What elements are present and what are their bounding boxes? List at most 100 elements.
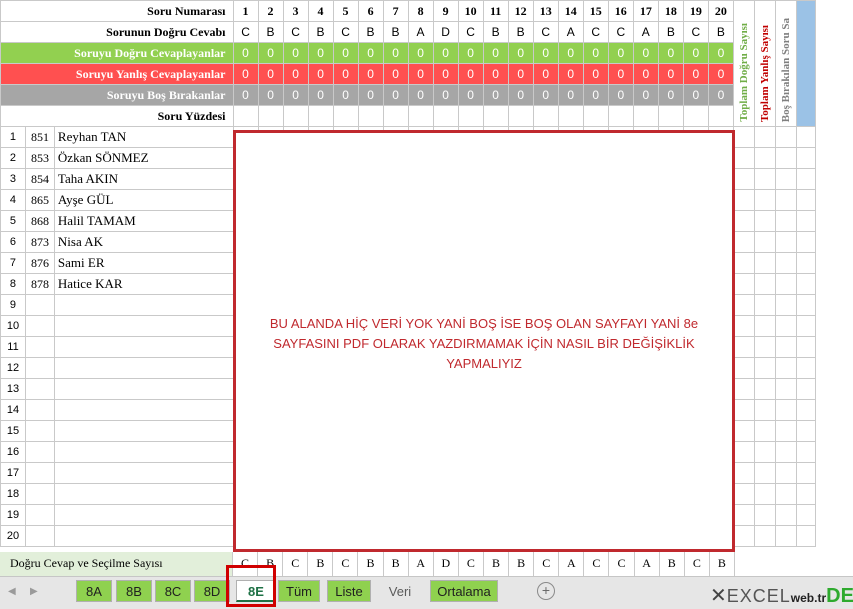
count-cell[interactable]: 0 bbox=[557, 84, 584, 106]
question-number-cell[interactable]: 8 bbox=[407, 0, 434, 22]
side-extra-cell[interactable] bbox=[795, 315, 817, 337]
total-wrong-cell[interactable] bbox=[753, 399, 776, 421]
question-number-cell[interactable]: 9 bbox=[432, 0, 459, 22]
count-cell[interactable]: 0 bbox=[332, 42, 359, 64]
student-number-cell[interactable] bbox=[24, 420, 55, 442]
side-empty-cell[interactable] bbox=[816, 505, 853, 526]
count-cell[interactable]: 0 bbox=[657, 84, 684, 106]
student-index-cell[interactable]: 3 bbox=[0, 168, 26, 190]
side-empty-cell[interactable] bbox=[816, 148, 853, 169]
student-index-cell[interactable]: 16 bbox=[0, 441, 26, 463]
student-index-cell[interactable]: 18 bbox=[0, 483, 26, 505]
question-percentage-label[interactable]: Soru Yüzdesi bbox=[0, 105, 234, 127]
student-index-cell[interactable]: 12 bbox=[0, 357, 26, 379]
count-cell[interactable]: 0 bbox=[457, 84, 484, 106]
question-number-cell[interactable]: 6 bbox=[357, 0, 384, 22]
correct-answers-label[interactable]: Sorunun Doğru Cevabı bbox=[0, 21, 234, 43]
student-number-cell[interactable] bbox=[24, 504, 55, 526]
side-empty-cell[interactable] bbox=[816, 274, 853, 295]
question-number-cell[interactable]: 1 bbox=[232, 0, 259, 22]
blank-count-cell[interactable] bbox=[774, 357, 797, 379]
count-cell[interactable]: 0 bbox=[632, 42, 659, 64]
count-cell[interactable]: 0 bbox=[557, 42, 584, 64]
total-correct-cell[interactable] bbox=[732, 525, 755, 547]
count-cell[interactable]: 0 bbox=[232, 84, 259, 106]
count-cell[interactable]: 0 bbox=[682, 63, 709, 85]
count-cell[interactable]: 0 bbox=[257, 63, 284, 85]
side-extra-cell[interactable] bbox=[795, 483, 817, 505]
count-cell[interactable]: 0 bbox=[382, 84, 409, 106]
percentage-cell[interactable] bbox=[707, 105, 734, 127]
percentage-cell[interactable] bbox=[457, 105, 484, 127]
student-name-cell[interactable] bbox=[53, 357, 234, 379]
student-name-cell[interactable] bbox=[53, 336, 234, 358]
blank-count-cell[interactable] bbox=[774, 420, 797, 442]
student-index-cell[interactable]: 10 bbox=[0, 315, 26, 337]
question-number-cell[interactable]: 19 bbox=[682, 0, 709, 22]
sheet-tab-8a[interactable]: 8A bbox=[76, 580, 112, 602]
total-wrong-cell[interactable] bbox=[753, 294, 776, 316]
count-cell[interactable]: 0 bbox=[607, 42, 634, 64]
total-correct-cell[interactable] bbox=[732, 420, 755, 442]
total-wrong-cell[interactable] bbox=[753, 147, 776, 169]
count-cell[interactable]: 0 bbox=[432, 42, 459, 64]
question-number-cell[interactable]: 17 bbox=[632, 0, 659, 22]
total-correct-cell[interactable] bbox=[732, 294, 755, 316]
count-cell[interactable]: 0 bbox=[582, 84, 609, 106]
student-number-cell[interactable]: 853 bbox=[24, 147, 55, 169]
question-numbers-label[interactable]: Soru Numarası bbox=[0, 0, 234, 22]
student-index-cell[interactable]: 2 bbox=[0, 147, 26, 169]
question-number-cell[interactable]: 10 bbox=[457, 0, 484, 22]
percentage-cell[interactable] bbox=[282, 105, 309, 127]
total-correct-cell[interactable] bbox=[732, 378, 755, 400]
count-cell[interactable]: 0 bbox=[332, 84, 359, 106]
correct-answer-cell[interactable]: B bbox=[307, 21, 334, 43]
count-cell[interactable]: 0 bbox=[382, 42, 409, 64]
sheet-tab-8c[interactable]: 8C bbox=[155, 580, 191, 602]
total-correct-cell[interactable] bbox=[732, 168, 755, 190]
percentage-cell[interactable] bbox=[682, 105, 709, 127]
correct-answer-cell[interactable]: A bbox=[407, 21, 434, 43]
student-name-cell[interactable]: Özkan SÖNMEZ bbox=[53, 147, 234, 169]
side-extra-cell[interactable] bbox=[795, 336, 817, 358]
side-empty-cell[interactable] bbox=[816, 190, 853, 211]
side-extra-cell[interactable] bbox=[795, 231, 817, 253]
student-number-cell[interactable]: 876 bbox=[24, 252, 55, 274]
count-cell[interactable]: 0 bbox=[332, 63, 359, 85]
total-wrong-cell[interactable] bbox=[753, 189, 776, 211]
correct-answer-cell[interactable]: B bbox=[707, 21, 734, 43]
blank-count-cell[interactable] bbox=[774, 210, 797, 232]
student-number-cell[interactable] bbox=[24, 525, 55, 547]
blank-count-header[interactable]: Boş Bırakılan Soru Sa bbox=[774, 0, 797, 127]
count-cell[interactable]: 0 bbox=[557, 63, 584, 85]
count-cell[interactable]: 0 bbox=[707, 63, 734, 85]
blank-count-cell[interactable] bbox=[774, 252, 797, 274]
sheet-tab-8b[interactable]: 8B bbox=[116, 580, 152, 602]
count-cell[interactable]: 0 bbox=[232, 63, 259, 85]
add-sheet-icon[interactable]: + bbox=[537, 582, 555, 600]
correct-answer-cell[interactable]: B bbox=[257, 21, 284, 43]
total-wrong-cell[interactable] bbox=[753, 210, 776, 232]
count-cell[interactable]: 0 bbox=[507, 63, 534, 85]
total-correct-cell[interactable] bbox=[732, 252, 755, 274]
student-number-cell[interactable]: 873 bbox=[24, 231, 55, 253]
total-correct-cell[interactable] bbox=[732, 189, 755, 211]
student-name-cell[interactable]: Nisa AK bbox=[53, 231, 234, 253]
total-wrong-cell[interactable] bbox=[753, 462, 776, 484]
student-index-cell[interactable]: 8 bbox=[0, 273, 26, 295]
total-wrong-cell[interactable] bbox=[753, 525, 776, 547]
side-empty-cell[interactable] bbox=[816, 232, 853, 253]
count-cell[interactable]: 0 bbox=[307, 42, 334, 64]
side-empty-cell[interactable] bbox=[816, 169, 853, 190]
sheet-tab-tüm[interactable]: Tüm bbox=[278, 580, 320, 602]
student-number-cell[interactable]: 851 bbox=[24, 126, 55, 148]
bottom-answer-cell[interactable]: A bbox=[635, 552, 660, 576]
total-correct-cell[interactable] bbox=[732, 483, 755, 505]
total-correct-cell[interactable] bbox=[732, 357, 755, 379]
blank-count-cell[interactable] bbox=[774, 399, 797, 421]
percentage-cell[interactable] bbox=[607, 105, 634, 127]
blank-count-cell[interactable] bbox=[774, 462, 797, 484]
side-extra-cell[interactable] bbox=[795, 357, 817, 379]
correct-answer-cell[interactable]: D bbox=[432, 21, 459, 43]
total-wrong-cell[interactable] bbox=[753, 315, 776, 337]
